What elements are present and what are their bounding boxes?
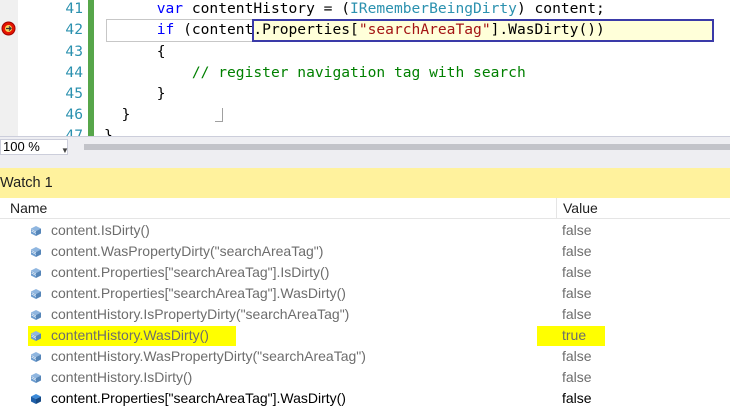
code-token: contentHistory = ( [183, 0, 351, 17]
watch-window-title[interactable]: Watch 1 [0, 168, 730, 198]
code-text[interactable]: // register navigation tag with search [104, 62, 526, 83]
line-number: 42 [65, 21, 83, 38]
watch-row[interactable]: content.IsDirty() false [0, 220, 730, 241]
watch-expression[interactable]: content.WasPropertyDirty("searchAreaTag"… [51, 241, 323, 262]
watch-item-cube-icon [31, 373, 41, 383]
code-token: } [104, 127, 113, 136]
code-line[interactable]: 47} [0, 125, 730, 136]
code-token: ) content; [516, 0, 605, 17]
code-text[interactable]: { [104, 41, 166, 62]
watch-item-cube-icon [31, 289, 41, 299]
line-number: 45 [65, 85, 83, 102]
zoom-level-dropdown[interactable]: 100 % ▼ [0, 139, 69, 155]
line-number: 47 [65, 127, 83, 136]
watch-value[interactable]: false [562, 346, 592, 367]
watch-value[interactable]: false [562, 220, 592, 241]
code-token: IRememberBeingDirty [350, 0, 517, 17]
column-separator[interactable] [556, 198, 557, 219]
value-column-header[interactable]: Value [563, 198, 598, 218]
watch-expression[interactable]: content.IsDirty() [51, 220, 150, 241]
watch-row[interactable]: contentHistory.IsPropertyDirty("searchAr… [0, 304, 730, 325]
watch-row[interactable]: contentHistory.WasDirty() true [0, 325, 730, 346]
watch-value[interactable]: false [562, 241, 592, 262]
watch-expression[interactable]: content.Properties["searchAreaTag"].WasD… [51, 283, 346, 304]
code-token: (content.Properties[ [174, 21, 359, 38]
code-text[interactable]: var contentHistory = (IRememberBeingDirt… [104, 0, 605, 19]
code-text[interactable]: if (content.Properties["searchAreaTag"].… [104, 19, 605, 40]
watch-value[interactable]: false [562, 367, 592, 388]
code-line[interactable]: 44 // register navigation tag with searc… [0, 62, 730, 83]
watch-item-cube-icon [31, 331, 41, 341]
code-text[interactable]: } [104, 125, 113, 136]
watch-expression[interactable]: contentHistory.WasPropertyDirty("searchA… [51, 346, 366, 367]
code-token: { [156, 43, 166, 60]
code-token: "searchAreaTag" [358, 21, 491, 38]
watch-item-cube-icon [31, 268, 41, 278]
watch-row[interactable]: content.WasPropertyDirty("searchAreaTag"… [0, 241, 730, 262]
editor-status-bar: 100 % ▼ [0, 136, 730, 156]
code-token: } [121, 106, 131, 123]
line-number: 46 [65, 106, 83, 123]
code-token: var [156, 0, 184, 17]
watch-item-cube-icon [31, 226, 41, 236]
watch-expression[interactable]: contentHistory.IsDirty() [51, 367, 192, 388]
watch-expression[interactable]: content.Properties["searchAreaTag"].WasD… [51, 388, 346, 409]
code-editor[interactable]: 41 var contentHistory = (IRememberBeingD… [0, 0, 730, 136]
watch-row[interactable]: content.Properties["searchAreaTag"].WasD… [0, 388, 730, 409]
code-line[interactable]: 46 } [0, 104, 730, 125]
line-number: 41 [65, 0, 83, 17]
line-number: 43 [65, 43, 83, 60]
watch-row[interactable]: contentHistory.WasPropertyDirty("searchA… [0, 346, 730, 367]
watch-item-cube-icon [31, 310, 41, 320]
watch-item-cube-icon [31, 394, 41, 404]
watch-value[interactable]: false [562, 262, 592, 283]
watch-expression[interactable]: contentHistory.WasDirty() [51, 325, 209, 346]
watch-row[interactable]: contentHistory.IsDirty() false [0, 367, 730, 388]
watch-value[interactable]: false [562, 388, 592, 409]
watch-row[interactable]: content.Properties["searchAreaTag"].IsDi… [0, 262, 730, 283]
zoom-level-value: 100 % [3, 139, 40, 154]
watch-row[interactable]: content.Properties["searchAreaTag"].WasD… [0, 283, 730, 304]
code-token: ].WasDirty()) [490, 21, 605, 38]
code-line[interactable]: 42 if (content.Properties["searchAreaTag… [0, 19, 730, 40]
horizontal-scrollbar-thumb[interactable] [84, 144, 730, 150]
panel-splitter[interactable] [0, 156, 730, 168]
code-text[interactable]: } [104, 83, 166, 104]
watch-item-cube-icon [31, 247, 41, 257]
horizontal-scrollbar[interactable] [72, 142, 730, 152]
code-line[interactable]: 41 var contentHistory = (IRememberBeingD… [0, 0, 730, 19]
line-number: 44 [65, 64, 83, 81]
code-token: } [156, 85, 166, 102]
code-text[interactable]: } [104, 104, 131, 125]
watch-grid-header: Name Value [0, 198, 730, 219]
watch-expression[interactable]: contentHistory.IsPropertyDirty("searchAr… [51, 304, 349, 325]
watch-value[interactable]: false [562, 283, 592, 304]
outline-indicator [215, 108, 223, 122]
watch-window: Watch 1 Name Value content.IsDirty() fals… [0, 156, 730, 420]
code-token: if [156, 21, 175, 38]
watch-value[interactable]: true [562, 325, 586, 346]
code-token: // register navigation tag with search [191, 64, 526, 81]
code-line[interactable]: 43 { [0, 41, 730, 62]
watch-item-cube-icon [31, 352, 41, 362]
name-column-header[interactable]: Name [10, 198, 47, 218]
watch-value[interactable]: false [562, 304, 592, 325]
watch-expression[interactable]: content.Properties["searchAreaTag"].IsDi… [51, 262, 329, 283]
code-line[interactable]: 45 } [0, 83, 730, 104]
